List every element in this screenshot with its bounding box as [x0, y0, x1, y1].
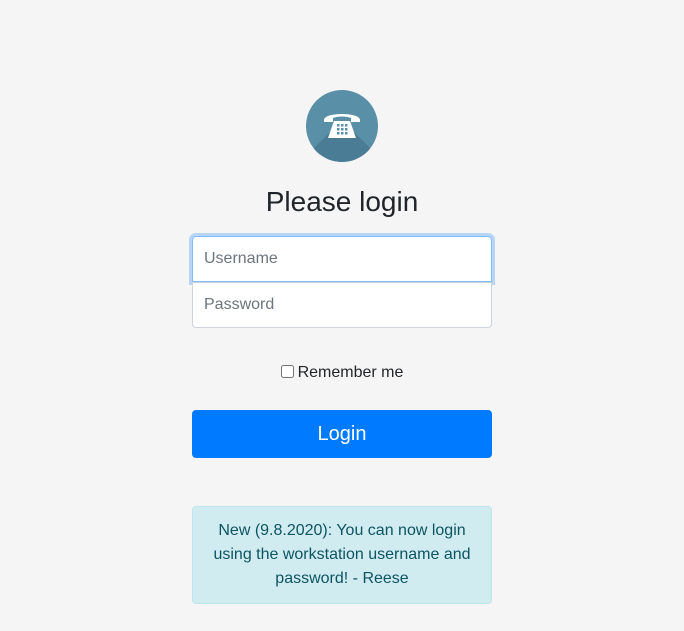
username-input[interactable]: [192, 236, 492, 282]
app-logo: [306, 90, 378, 162]
telephone-icon: [324, 114, 360, 138]
page-title: Please login: [265, 186, 419, 217]
remember-me-label: Remember me: [297, 364, 404, 381]
password-input[interactable]: [192, 282, 492, 328]
remember-me-row: Remember me: [0, 362, 684, 384]
login-button[interactable]: Login: [192, 410, 492, 458]
remember-me-checkbox[interactable]: [280, 365, 294, 378]
notice-alert: New (9.8.2020): You can now login using …: [192, 506, 492, 604]
